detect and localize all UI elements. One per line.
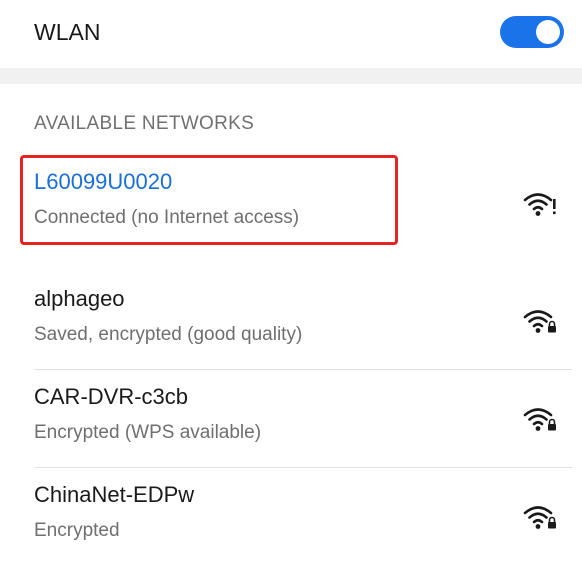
network-status: Saved, encrypted (good quality) xyxy=(34,324,303,345)
network-ssid: CAR-DVR-c3cb xyxy=(34,384,189,409)
wifi-no-internet-icon xyxy=(523,193,556,216)
highlight-box xyxy=(20,155,398,245)
available-networks-header: AVAILABLE NETWORKS xyxy=(34,113,255,134)
wlan-toggle-knob xyxy=(536,20,560,44)
wifi-locked-icon xyxy=(523,310,556,333)
wlan-toggle[interactable] xyxy=(500,16,564,48)
section-separator xyxy=(0,68,582,84)
wifi-locked-icon xyxy=(523,408,556,431)
network-status: Encrypted xyxy=(34,520,120,541)
wlan-label: WLAN xyxy=(34,19,101,45)
network-ssid: alphageo xyxy=(34,286,125,311)
network-item-alphageo[interactable]: alphageo Saved, encrypted (good quality) xyxy=(0,272,582,370)
wlan-row[interactable]: WLAN xyxy=(0,0,582,68)
network-ssid: ChinaNet-EDPw xyxy=(34,482,195,507)
network-status: Encrypted (WPS available) xyxy=(34,422,262,443)
network-item-car-dvr-c3cb[interactable]: CAR-DVR-c3cb Encrypted (WPS available) xyxy=(0,370,582,468)
network-item-chinanet-edpw[interactable]: ChinaNet-EDPw Encrypted xyxy=(0,468,582,566)
wifi-locked-icon xyxy=(523,506,556,529)
